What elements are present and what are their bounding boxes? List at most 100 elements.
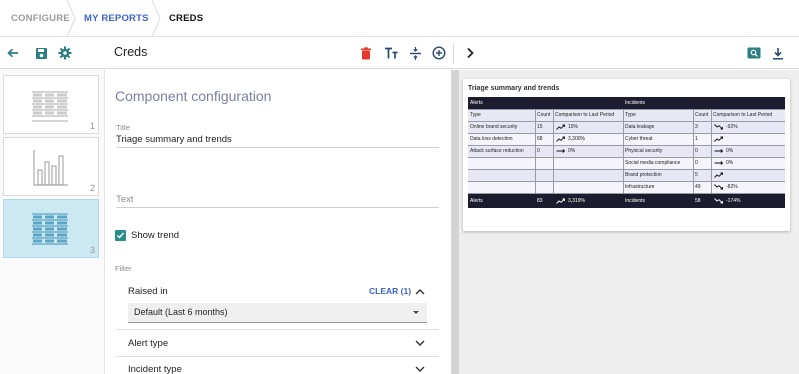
breadcrumb-configure[interactable]: CONFIGURE — [0, 0, 70, 36]
incident-type-cell: Cyber threat — [625, 136, 653, 142]
save-icon[interactable] — [33, 45, 49, 61]
alert-type-cell: Online brand security — [470, 124, 518, 130]
toolbar-divider — [453, 43, 454, 64]
incident-type-cell: Data leakage — [625, 124, 655, 130]
incident-type-cell: Social media compliance — [625, 160, 681, 166]
add-circle-icon[interactable] — [431, 45, 447, 61]
bar-chart-icon — [33, 150, 68, 186]
incidents-column-header: Comparison to Last Period — [713, 112, 773, 118]
breadcrumb-my-reports[interactable]: MY REPORTS — [76, 0, 151, 36]
incidents-total-label: Incidents — [625, 198, 646, 204]
thumbnail-number: 1 — [89, 121, 95, 131]
thumbnail-2[interactable]: 2 — [3, 137, 99, 196]
incident-type-cell: Infrastructure — [625, 184, 655, 190]
report-title: Creds — [114, 45, 148, 59]
comparison-value: 0% — [568, 148, 576, 154]
toolbar: Creds — [0, 37, 799, 69]
divider — [116, 329, 439, 330]
chevron-right-icon[interactable] — [462, 45, 478, 61]
trend-flat-icon — [556, 149, 566, 153]
trend-up-icon — [556, 124, 565, 130]
comparison-value: 15% — [568, 124, 579, 130]
table-icon — [32, 213, 68, 245]
trend-up-icon — [556, 198, 565, 204]
image-search-icon[interactable] — [746, 45, 762, 61]
alert-count-cell: 15 — [537, 124, 543, 130]
breadcrumb-creds: CREDS — [161, 0, 203, 36]
alerts-column-header: Count — [537, 112, 551, 118]
trend-down-icon — [714, 198, 723, 204]
breadcrumb-my-reports-label: MY REPORTS — [84, 12, 149, 24]
title-field-label: Title — [116, 123, 130, 132]
raised-in-label: Raised in — [128, 286, 168, 297]
alerts-column-header: Type — [470, 112, 481, 118]
arrow-back-icon[interactable] — [5, 45, 21, 61]
trend-flat-icon — [714, 149, 724, 153]
text-field[interactable]: Text — [116, 194, 133, 205]
table-gridline — [711, 109, 712, 193]
table-gridline — [553, 109, 554, 193]
divide-icon[interactable] — [407, 45, 423, 61]
component-config-panel: Component configuration Title Triage sum… — [106, 70, 451, 374]
incident-count-cell: 0 — [695, 160, 698, 166]
breadcrumb-creds-label: CREDS — [169, 12, 204, 24]
raised-in-select[interactable]: Default (Last 6 months) — [128, 303, 427, 323]
incident-count-cell: 3 — [695, 124, 698, 130]
panel-resize-scrollbar[interactable] — [451, 70, 459, 374]
report-preview: Triage summary and trends Alerts Incident… — [459, 70, 799, 374]
alerts-column-header: Comparison to Last Period — [555, 112, 615, 118]
comparison-value: 3,300% — [568, 136, 585, 142]
incident-type-filter[interactable]: Incident type — [128, 364, 182, 374]
delete-icon[interactable] — [358, 45, 374, 61]
show-trend-checkbox[interactable] — [115, 230, 126, 241]
alerts-section-header: Alerts — [470, 100, 483, 106]
config-heading: Component configuration — [115, 88, 272, 104]
thumbnail-3[interactable]: 3 — [3, 199, 99, 258]
incident-count-cell: 49 — [695, 184, 701, 190]
incidents-section-header: Incidents — [625, 100, 646, 106]
incident-count-cell: 0 — [695, 148, 698, 154]
breadcrumb-configure-label: CONFIGURE — [11, 12, 70, 24]
incident-count-cell: 1 — [695, 136, 698, 142]
trend-up-icon — [714, 172, 723, 178]
breadcrumb: CONFIGURE MY REPORTS CREDS — [0, 0, 799, 37]
chevron-up-icon[interactable] — [414, 287, 426, 297]
thumbnail-number: 3 — [89, 245, 95, 255]
thumbnail-number: 2 — [89, 183, 95, 193]
incident-count-cell: 5 — [695, 172, 698, 178]
title-field-underline — [116, 147, 439, 148]
alerts-total-label: Alerts — [470, 198, 483, 204]
clear-filter-button[interactable]: CLEAR (1) — [369, 286, 411, 296]
raised-in-value: Default (Last 6 months) — [134, 307, 228, 317]
table-gridline — [468, 193, 785, 194]
trend-down-icon — [714, 184, 723, 190]
chevron-down-icon[interactable] — [414, 364, 426, 374]
text-field-underline — [116, 207, 439, 208]
incidents-column-header: Type — [625, 112, 636, 118]
component-thumbnails: 1 2 3 — [0, 70, 105, 374]
alert-type-filter[interactable]: Alert type — [128, 338, 168, 349]
table-icon — [32, 91, 68, 122]
trend-up-icon — [714, 136, 723, 142]
gear-icon[interactable] — [57, 45, 73, 61]
filter-label: Filter — [115, 264, 132, 273]
show-trend-label: Show trend — [131, 230, 180, 241]
chevron-down-icon[interactable] — [414, 338, 426, 348]
alert-type-cell: Data loss detection — [470, 136, 513, 142]
comparison-value: -82% — [726, 184, 738, 190]
check-icon — [117, 232, 125, 239]
trend-flat-icon — [714, 161, 724, 165]
dropdown-caret-icon — [413, 311, 419, 314]
comparison-value: 0% — [726, 148, 734, 154]
divider — [116, 356, 439, 357]
alerts-total-count: 83 — [537, 198, 543, 204]
incident-type-cell: Brand protection — [625, 172, 662, 178]
title-field[interactable]: Triage summary and trends — [116, 134, 232, 145]
comparison-value: -174% — [726, 198, 741, 204]
download-icon[interactable] — [770, 45, 786, 61]
incidents-total-count: 58 — [695, 198, 701, 204]
thumbnail-1[interactable]: 1 — [3, 75, 99, 134]
text-size-icon[interactable] — [383, 45, 399, 61]
comparison-value: -92% — [726, 124, 738, 130]
incident-type-cell: Physical security — [625, 148, 663, 154]
